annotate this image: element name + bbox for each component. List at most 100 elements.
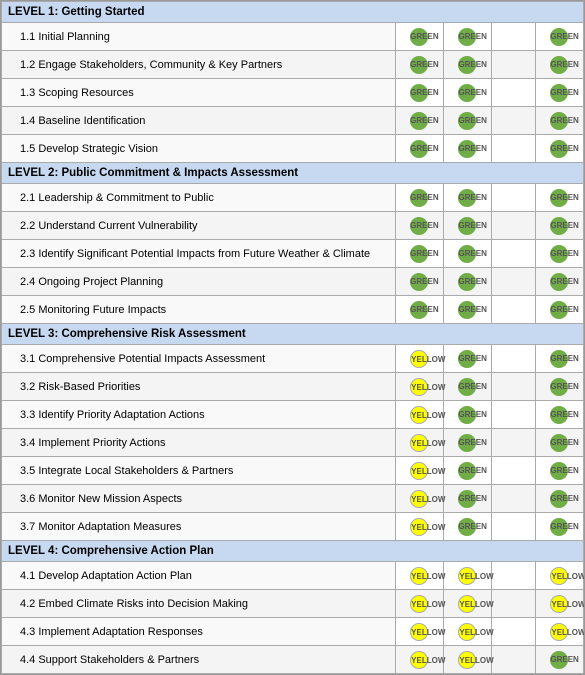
table-row: 2.4 Ongoing Project Planning GREEN GREEN… (2, 268, 584, 296)
status-dot: YELLOW (410, 350, 428, 368)
level-header: LEVEL 4: Comprehensive Action Plan (2, 541, 584, 562)
dot-col-3 (492, 212, 536, 240)
status-dot: GREEN (458, 28, 476, 46)
status-dot: GREEN (550, 245, 568, 263)
table-row: 1.2 Engage Stakeholders, Community & Key… (2, 51, 584, 79)
dot-col-3 (492, 429, 536, 457)
status-dot: YELLOW (410, 595, 428, 613)
status-dot: GREEN (458, 378, 476, 396)
table-row: 4.4 Support Stakeholders & Partners YELL… (2, 646, 584, 674)
status-dot: GREEN (458, 406, 476, 424)
table-row: 3.6 Monitor New Mission Aspects YELLOW G… (2, 485, 584, 513)
status-dot: GREEN (550, 273, 568, 291)
dot-col-4: GREEN (535, 457, 583, 485)
dot-col-2: YELLOW (443, 618, 491, 646)
item-label: 2.2 Understand Current Vulnerability (2, 212, 396, 240)
table-row: 4.3 Implement Adaptation Responses YELLO… (2, 618, 584, 646)
status-dot: GREEN (410, 245, 428, 263)
dot-col-1: YELLOW (395, 429, 443, 457)
dot-col-4: GREEN (535, 296, 583, 324)
dot-col-4: YELLOW (535, 618, 583, 646)
item-label: 2.4 Ongoing Project Planning (2, 268, 396, 296)
item-label: 3.5 Integrate Local Stakeholders & Partn… (2, 457, 396, 485)
item-label: 3.7 Monitor Adaptation Measures (2, 513, 396, 541)
item-label: 3.2 Risk-Based Priorities (2, 373, 396, 401)
status-dot: GREEN (550, 651, 568, 669)
table-row: 1.5 Develop Strategic Vision GREEN GREEN… (2, 135, 584, 163)
dot-col-3 (492, 79, 536, 107)
dot-col-3 (492, 401, 536, 429)
dot-col-2: GREEN (443, 345, 491, 373)
status-dot: GREEN (550, 462, 568, 480)
dot-col-2: GREEN (443, 79, 491, 107)
item-label: 4.4 Support Stakeholders & Partners (2, 646, 396, 674)
level-header: LEVEL 2: Public Commitment & Impacts Ass… (2, 163, 584, 184)
dot-col-3 (492, 268, 536, 296)
dot-col-2: GREEN (443, 513, 491, 541)
dot-col-1: GREEN (395, 79, 443, 107)
dot-col-4: GREEN (535, 107, 583, 135)
dot-col-3 (492, 23, 536, 51)
dot-col-3 (492, 485, 536, 513)
dot-col-3 (492, 618, 536, 646)
dot-col-3 (492, 107, 536, 135)
status-dot: YELLOW (550, 567, 568, 585)
status-dot: GREEN (410, 217, 428, 235)
table-row: 2.3 Identify Significant Potential Impac… (2, 240, 584, 268)
status-dot: YELLOW (550, 623, 568, 641)
level-header-row: LEVEL 1: Getting Started (2, 2, 584, 23)
status-dot: GREEN (550, 84, 568, 102)
table-row: 3.1 Comprehensive Potential Impacts Asse… (2, 345, 584, 373)
level-header-row: LEVEL 2: Public Commitment & Impacts Ass… (2, 163, 584, 184)
dot-col-3 (492, 513, 536, 541)
dot-col-3 (492, 457, 536, 485)
table-row: 3.4 Implement Priority Actions YELLOW GR… (2, 429, 584, 457)
table-row: 4.1 Develop Adaptation Action Plan YELLO… (2, 562, 584, 590)
dot-col-1: YELLOW (395, 618, 443, 646)
dot-col-1: GREEN (395, 240, 443, 268)
dot-col-2: GREEN (443, 23, 491, 51)
dot-col-2: GREEN (443, 135, 491, 163)
dot-col-3 (492, 590, 536, 618)
dot-col-2: YELLOW (443, 646, 491, 674)
table-row: 4.2 Embed Climate Risks into Decision Ma… (2, 590, 584, 618)
status-dot: GREEN (550, 28, 568, 46)
dot-col-4: GREEN (535, 345, 583, 373)
dot-col-1: GREEN (395, 107, 443, 135)
dot-col-1: GREEN (395, 268, 443, 296)
status-dot: GREEN (550, 518, 568, 536)
status-dot: GREEN (458, 140, 476, 158)
dot-col-3 (492, 373, 536, 401)
dot-col-4: GREEN (535, 184, 583, 212)
dot-col-1: YELLOW (395, 562, 443, 590)
level-header: LEVEL 3: Comprehensive Risk Assessment (2, 324, 584, 345)
status-dot: GREEN (458, 189, 476, 207)
dot-col-4: GREEN (535, 79, 583, 107)
status-dot: GREEN (458, 462, 476, 480)
level-header-row: LEVEL 4: Comprehensive Action Plan (2, 541, 584, 562)
item-label: 4.1 Develop Adaptation Action Plan (2, 562, 396, 590)
dot-col-2: GREEN (443, 429, 491, 457)
dot-col-4: YELLOW (535, 590, 583, 618)
dot-col-1: GREEN (395, 23, 443, 51)
status-dot: GREEN (550, 378, 568, 396)
status-dot: GREEN (410, 56, 428, 74)
status-dot: GREEN (410, 189, 428, 207)
item-label: 3.3 Identify Priority Adaptation Actions (2, 401, 396, 429)
status-dot: YELLOW (410, 434, 428, 452)
status-dot: GREEN (550, 140, 568, 158)
dot-col-4: GREEN (535, 51, 583, 79)
status-dot: YELLOW (550, 595, 568, 613)
item-label: 1.3 Scoping Resources (2, 79, 396, 107)
item-label: 2.3 Identify Significant Potential Impac… (2, 240, 396, 268)
dot-col-1: GREEN (395, 296, 443, 324)
dot-col-1: YELLOW (395, 457, 443, 485)
dot-col-4: YELLOW (535, 562, 583, 590)
dot-col-3 (492, 51, 536, 79)
status-dot: YELLOW (410, 462, 428, 480)
status-dot: GREEN (458, 56, 476, 74)
dot-col-2: GREEN (443, 240, 491, 268)
table-row: 3.3 Identify Priority Adaptation Actions… (2, 401, 584, 429)
status-dot: GREEN (458, 490, 476, 508)
table-row: 3.7 Monitor Adaptation Measures YELLOW G… (2, 513, 584, 541)
